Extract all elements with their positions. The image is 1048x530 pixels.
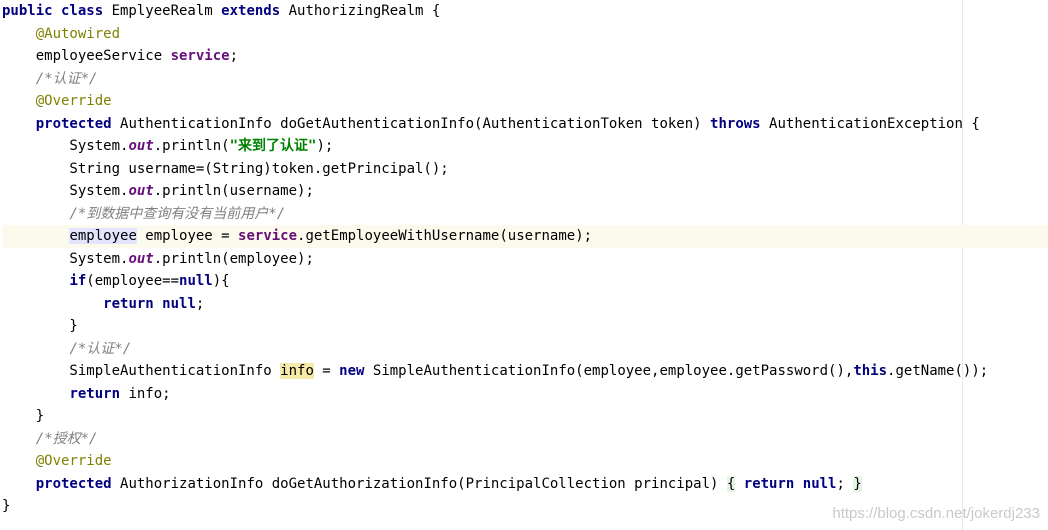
code-editor[interactable]: public class EmplyeeRealm extends Author… xyxy=(0,0,1048,530)
code-line[interactable]: protected AuthenticationInfo doGetAuthen… xyxy=(2,113,1048,136)
code-token: /*授权*/ xyxy=(35,430,98,447)
code-token: ; xyxy=(229,48,239,64)
code-token: AuthorizationInfo doGetAuthorizationInfo… xyxy=(120,475,727,492)
code-token: return null xyxy=(743,475,837,492)
code-token: .println(employee); xyxy=(153,250,314,267)
code-token: service xyxy=(170,48,230,64)
code-line[interactable]: System.out.println("来到了认证"); xyxy=(2,135,1048,158)
code-line[interactable]: return info; xyxy=(2,383,1048,406)
code-token: String username=(String)token.getPrincip… xyxy=(2,160,449,177)
code-token: /*认证*/ xyxy=(69,340,132,357)
code-token: ; xyxy=(195,295,205,312)
code-token: System. xyxy=(2,183,129,199)
code-line[interactable]: @Override xyxy=(2,450,1048,473)
code-token: SimpleAuthenticationInfo(employee,employ… xyxy=(372,363,854,379)
code-line[interactable]: /*认证*/ xyxy=(2,68,1048,91)
code-token: return null xyxy=(103,295,196,312)
code-token: System. xyxy=(2,250,129,267)
code-line[interactable]: /*授权*/ xyxy=(2,428,1048,451)
code-token: out xyxy=(128,183,154,199)
code-line[interactable]: @Override xyxy=(2,90,1048,113)
code-token: .getEmployeeWithUsername(username); xyxy=(297,228,593,244)
code-token: out xyxy=(128,250,154,267)
code-line[interactable]: return null; xyxy=(2,293,1048,316)
code-token: this xyxy=(853,363,888,379)
code-line[interactable]: SimpleAuthenticationInfo info = new Simp… xyxy=(2,360,1048,383)
code-token: oyee xyxy=(103,228,137,244)
code-area[interactable]: public class EmplyeeRealm extends Author… xyxy=(2,0,1048,518)
code-token: ; xyxy=(836,475,854,492)
code-token: /*认证*/ xyxy=(35,70,98,87)
code-token: AuthenticationInfo doGetAuthenticationIn… xyxy=(120,115,711,132)
code-token: @Override xyxy=(35,453,112,469)
code-token: } xyxy=(2,408,45,424)
code-token: if xyxy=(69,273,87,289)
code-line[interactable]: public class EmplyeeRealm extends Author… xyxy=(2,0,1048,23)
code-token: .println(username); xyxy=(153,183,314,199)
code-token: (employee== xyxy=(86,273,180,289)
code-token: return xyxy=(69,385,129,402)
watermark: https://blog.csdn.net/jokerdj233 xyxy=(832,505,1040,522)
code-token: empl xyxy=(69,228,104,244)
code-line[interactable]: } xyxy=(2,405,1048,428)
code-token: info xyxy=(280,363,314,379)
code-token: protected xyxy=(35,475,121,492)
code-token: SimpleAuthenticationInfo xyxy=(2,363,281,379)
code-line[interactable]: } xyxy=(2,315,1048,338)
code-token: employee = xyxy=(136,228,239,244)
code-token: } xyxy=(2,498,11,514)
code-token: employeeService xyxy=(2,48,171,64)
code-token: /*到数据中查询有没有当前用户*/ xyxy=(69,205,286,222)
code-line[interactable]: protected AuthorizationInfo doGetAuthori… xyxy=(2,473,1048,496)
code-token: EmplyeeRealm xyxy=(111,3,222,19)
code-token: out xyxy=(128,138,154,154)
code-token: AuthorizingRealm { xyxy=(288,3,441,19)
code-line[interactable]: employeeService service; xyxy=(2,45,1048,68)
code-token: info; xyxy=(128,385,171,402)
code-token: AuthenticationException { xyxy=(769,115,980,132)
code-line[interactable]: String username=(String)token.getPrincip… xyxy=(2,158,1048,181)
code-token: .getName()); xyxy=(887,363,989,379)
code-line[interactable]: System.out.println(employee); xyxy=(2,248,1048,271)
code-line[interactable]: @Autowired xyxy=(2,23,1048,46)
code-token: } xyxy=(2,318,78,334)
code-token: ){ xyxy=(212,273,230,289)
code-token: extends xyxy=(221,3,289,19)
code-token: public class xyxy=(2,3,112,19)
code-token: @Autowired xyxy=(35,25,121,42)
code-token: } xyxy=(853,475,862,492)
code-line[interactable]: System.out.println(username); xyxy=(2,180,1048,203)
code-line[interactable]: /*认证*/ xyxy=(2,338,1048,361)
code-token: throws xyxy=(710,115,770,132)
code-token: service xyxy=(238,228,298,244)
code-token: "来到了认证" xyxy=(229,138,317,154)
code-line[interactable]: /*到数据中查询有没有当前用户*/ xyxy=(2,203,1048,226)
code-token: = xyxy=(313,363,340,379)
code-line[interactable]: if(employee==null){ xyxy=(2,270,1048,293)
code-token: new xyxy=(339,363,373,379)
code-token: protected xyxy=(35,115,121,132)
code-token: System. xyxy=(2,138,129,154)
code-token: null xyxy=(179,273,213,289)
code-token: @Override xyxy=(35,93,112,109)
code-token: ); xyxy=(316,138,334,154)
code-line[interactable]: employee employee = service.getEmployeeW… xyxy=(2,225,1048,248)
code-token: .println( xyxy=(153,138,230,154)
